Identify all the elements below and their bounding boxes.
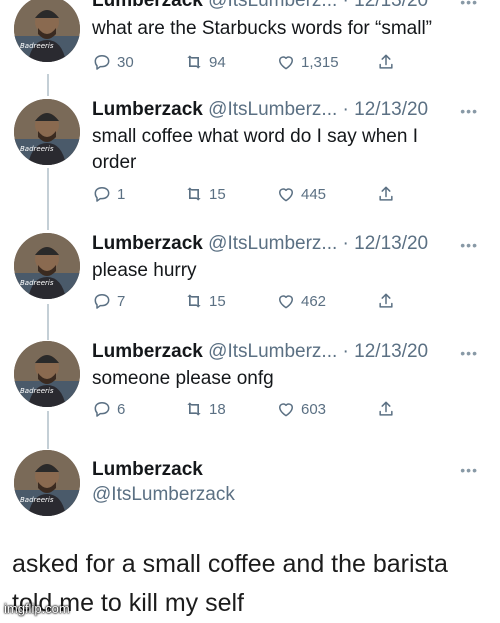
display-name[interactable]: Lumberzack	[92, 341, 203, 362]
user-handle[interactable]: @ItsLumberz...	[208, 341, 337, 362]
retweet-button[interactable]: 94	[184, 52, 226, 72]
svg-text:Badreeris: Badreeris	[20, 145, 54, 153]
like-count: 1,315	[301, 53, 339, 71]
retweet-button[interactable]: 15	[184, 184, 226, 204]
share-icon	[379, 54, 393, 69]
reply-count: 1	[117, 185, 126, 203]
display-name[interactable]: Lumberzack	[92, 0, 203, 11]
tweet-text: small coffee what word do I say when I o…	[92, 126, 418, 173]
retweet-count: 15	[209, 292, 226, 310]
reply-icon	[94, 402, 110, 417]
share-icon	[379, 401, 393, 416]
user-handle[interactable]: @ItsLumberz...	[208, 233, 337, 254]
retweet-icon	[187, 55, 201, 69]
share-icon	[379, 293, 393, 308]
like-button[interactable]: 603	[276, 399, 326, 419]
watermark: imgflip.com	[4, 601, 70, 616]
svg-text:Badreeris: Badreeris	[20, 496, 54, 504]
tweet-actions: 6 18 603	[92, 399, 402, 423]
like-count: 462	[301, 292, 327, 310]
more-options-icon[interactable]: •••	[460, 237, 478, 253]
more-options-icon[interactable]: •••	[460, 345, 478, 361]
retweet-count: 94	[209, 53, 226, 71]
avatar[interactable]: Badreeris	[14, 341, 80, 407]
retweet-count: 18	[209, 400, 226, 418]
tweet-header: Lumberzack @ItsLumberz... · 12/13/20	[92, 341, 428, 363]
retweet-count: 15	[209, 185, 226, 203]
more-options-icon[interactable]: •••	[460, 462, 478, 478]
svg-text:Badreeris: Badreeris	[20, 279, 54, 287]
heart-icon	[279, 188, 293, 202]
avatar[interactable]: Badreeris	[14, 0, 80, 62]
retweet-icon	[187, 294, 201, 308]
share-icon	[379, 186, 393, 201]
tweet[interactable]: Badreeris Lumberzack @ItsLumberz... · 12…	[0, 0, 500, 80]
reply-button[interactable]: 30	[92, 52, 134, 72]
user-handle[interactable]: @ItsLumberz...	[208, 0, 337, 11]
retweet-button[interactable]: 15	[184, 291, 226, 311]
like-button[interactable]: 462	[276, 291, 326, 311]
avatar[interactable]: Badreeris	[14, 450, 80, 516]
reply-count: 30	[117, 53, 134, 71]
more-options-icon[interactable]: •••	[460, 103, 478, 119]
like-count: 445	[301, 185, 327, 203]
like-button[interactable]: 445	[276, 184, 326, 204]
like-count: 603	[301, 400, 327, 418]
retweet-icon	[187, 187, 201, 201]
reply-icon	[94, 187, 110, 202]
tweet-actions: 30 94 1,315	[92, 52, 402, 76]
display-name[interactable]: Lumberzack	[92, 233, 203, 254]
tweet-date[interactable]: · 12/13/20	[343, 341, 429, 362]
tweet-date[interactable]: · 12/13/20	[343, 233, 429, 254]
tweet-actions: 7 15 462	[92, 291, 402, 315]
reply-count: 7	[117, 292, 126, 310]
reply-count: 6	[117, 400, 126, 418]
heart-icon	[279, 403, 293, 417]
tweet-text: someone please onfg	[92, 368, 274, 389]
svg-text:Badreeris: Badreeris	[20, 42, 54, 50]
reply-icon	[94, 294, 110, 309]
share-button[interactable]	[376, 184, 396, 204]
avatar[interactable]: Badreeris	[14, 233, 80, 299]
tweet[interactable]: Badreeris Lumberzack @ItsLumberz... · 12…	[0, 96, 500, 216]
heart-icon	[279, 295, 293, 309]
more-options-icon[interactable]: •••	[460, 0, 478, 10]
tweet-header: Lumberzack @ItsLumberz... · 12/13/20	[92, 0, 428, 12]
svg-text:Badreeris: Badreeris	[20, 387, 54, 395]
user-handle[interactable]: @ItsLumberz...	[208, 99, 337, 120]
retweet-button[interactable]: 18	[184, 399, 226, 419]
like-button[interactable]: 1,315	[276, 52, 339, 72]
tweet-date[interactable]: · 12/13/20	[343, 0, 429, 11]
meme-caption: asked for a small coffee and the barista…	[12, 550, 448, 617]
reply-button[interactable]: 7	[92, 291, 125, 311]
tweet-text: please hurry	[92, 260, 197, 281]
avatar[interactable]: Badreeris	[14, 99, 80, 165]
tweet-header: Lumberzack @ItsLumberz... · 12/13/20	[92, 233, 428, 255]
tweet-text: what are the Starbucks words for “small”	[92, 18, 433, 39]
display-name[interactable]: Lumberzack	[92, 99, 203, 120]
tweet[interactable]: Badreeris Lumberzack @ItsLumberzack •••	[0, 448, 500, 528]
retweet-icon	[187, 402, 201, 416]
share-button[interactable]	[376, 399, 396, 419]
reply-button[interactable]: 6	[92, 399, 125, 419]
tweet-date[interactable]: · 12/13/20	[343, 99, 429, 120]
display-name[interactable]: Lumberzack	[92, 459, 203, 481]
tweet[interactable]: Badreeris Lumberzack @ItsLumberz... · 12…	[0, 230, 500, 320]
heart-icon	[279, 56, 293, 70]
user-handle[interactable]: @ItsLumberzack	[92, 484, 235, 506]
tweet-actions: 1 15 445	[92, 184, 402, 208]
share-button[interactable]	[376, 52, 396, 72]
tweet-header: Lumberzack @ItsLumberz... · 12/13/20	[92, 99, 428, 121]
tweet[interactable]: Badreeris Lumberzack @ItsLumberz... · 12…	[0, 338, 500, 428]
share-button[interactable]	[376, 291, 396, 311]
reply-icon	[94, 55, 110, 70]
reply-button[interactable]: 1	[92, 184, 125, 204]
